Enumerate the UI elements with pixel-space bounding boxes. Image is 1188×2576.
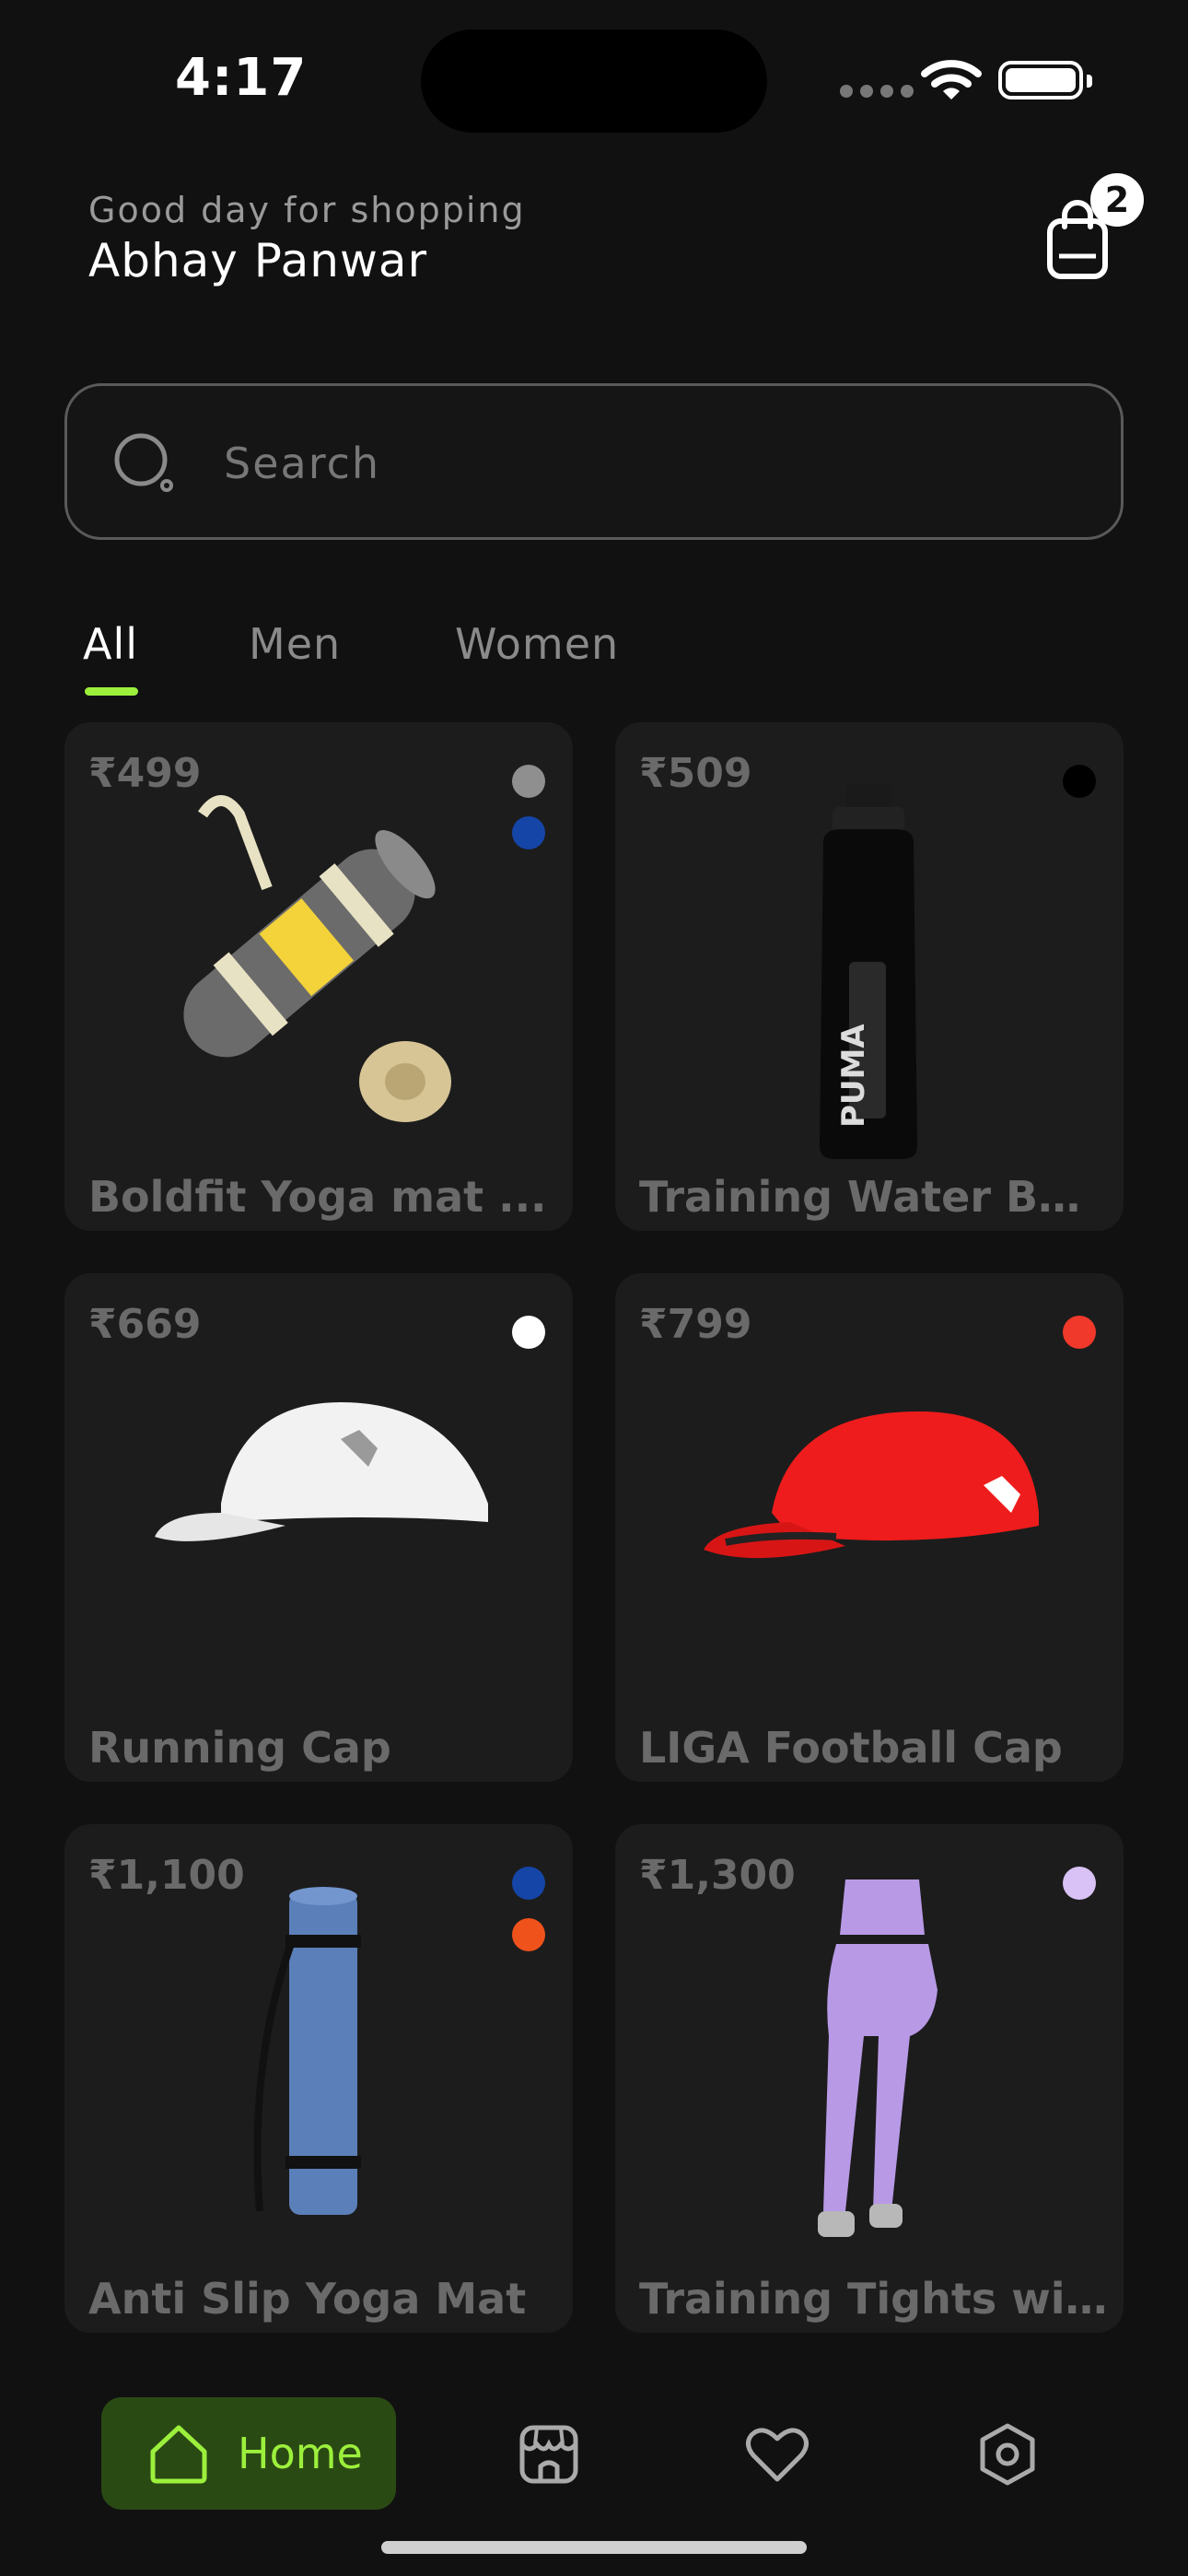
- category-tabs: All Men Women: [0, 619, 1188, 702]
- product-card[interactable]: ₹799 LIGA Football Cap: [615, 1273, 1124, 1782]
- product-image: [253, 1887, 361, 2215]
- product-name: Running Cap: [88, 1723, 391, 1773]
- nav-store-button[interactable]: [512, 2418, 586, 2491]
- product-card[interactable]: ₹1,300 Training Tights wit...: [615, 1824, 1124, 2333]
- search-icon: [114, 433, 173, 492]
- search-input[interactable]: [224, 434, 1053, 493]
- product-image: [704, 1411, 1039, 1559]
- product-name: Training Water Bot...: [639, 1172, 1109, 1222]
- product-card[interactable]: ₹669 Running Cap: [64, 1273, 573, 1782]
- bottom-navigation: Home: [0, 2377, 1188, 2524]
- product-name: LIGA Football Cap: [639, 1723, 1063, 1773]
- greeting-text: Good day for shopping: [88, 190, 526, 230]
- wifi-icon: [921, 60, 982, 100]
- nav-favorites-button[interactable]: [740, 2418, 814, 2491]
- cellular-signal-icon: [840, 85, 914, 98]
- product-card[interactable]: ₹509 PUMA Training Water Bot...: [615, 722, 1124, 1231]
- search-bar[interactable]: [64, 383, 1124, 540]
- product-image: [183, 795, 451, 1122]
- dynamic-island: [421, 29, 767, 133]
- product-image: [155, 1402, 488, 1541]
- cart-count-badge: 2: [1090, 173, 1144, 227]
- store-icon: [519, 2425, 578, 2484]
- product-card[interactable]: ₹1,100 Anti Slip Yoga Mat: [64, 1824, 573, 2333]
- home-icon: [150, 2425, 207, 2484]
- nav-home-label: Home: [238, 2429, 363, 2478]
- product-image: [818, 1879, 938, 2237]
- tab-women[interactable]: Women: [455, 619, 619, 669]
- product-image: PUMA: [820, 783, 917, 1159]
- tab-all[interactable]: All: [83, 619, 138, 669]
- nav-settings-button[interactable]: [971, 2418, 1044, 2491]
- heart-icon: [746, 2428, 809, 2482]
- svg-text:PUMA: PUMA: [835, 1024, 872, 1128]
- product-card[interactable]: ₹499 Boldfit Yoga mat ...: [64, 722, 573, 1231]
- nav-home-button[interactable]: Home: [101, 2397, 396, 2510]
- status-bar: 4:17: [0, 0, 1188, 157]
- status-time: 4:17: [175, 48, 308, 108]
- active-tab-indicator: [85, 687, 138, 696]
- tab-men[interactable]: Men: [249, 619, 341, 669]
- battery-icon: [998, 61, 1092, 100]
- settings-icon: [980, 2423, 1035, 2486]
- product-name: Anti Slip Yoga Mat: [88, 2274, 527, 2324]
- user-name: Abhay Panwar: [88, 234, 428, 287]
- product-name: Boldfit Yoga mat ...: [88, 1172, 547, 1222]
- product-name: Training Tights wit...: [639, 2274, 1109, 2324]
- home-indicator[interactable]: [381, 2541, 807, 2554]
